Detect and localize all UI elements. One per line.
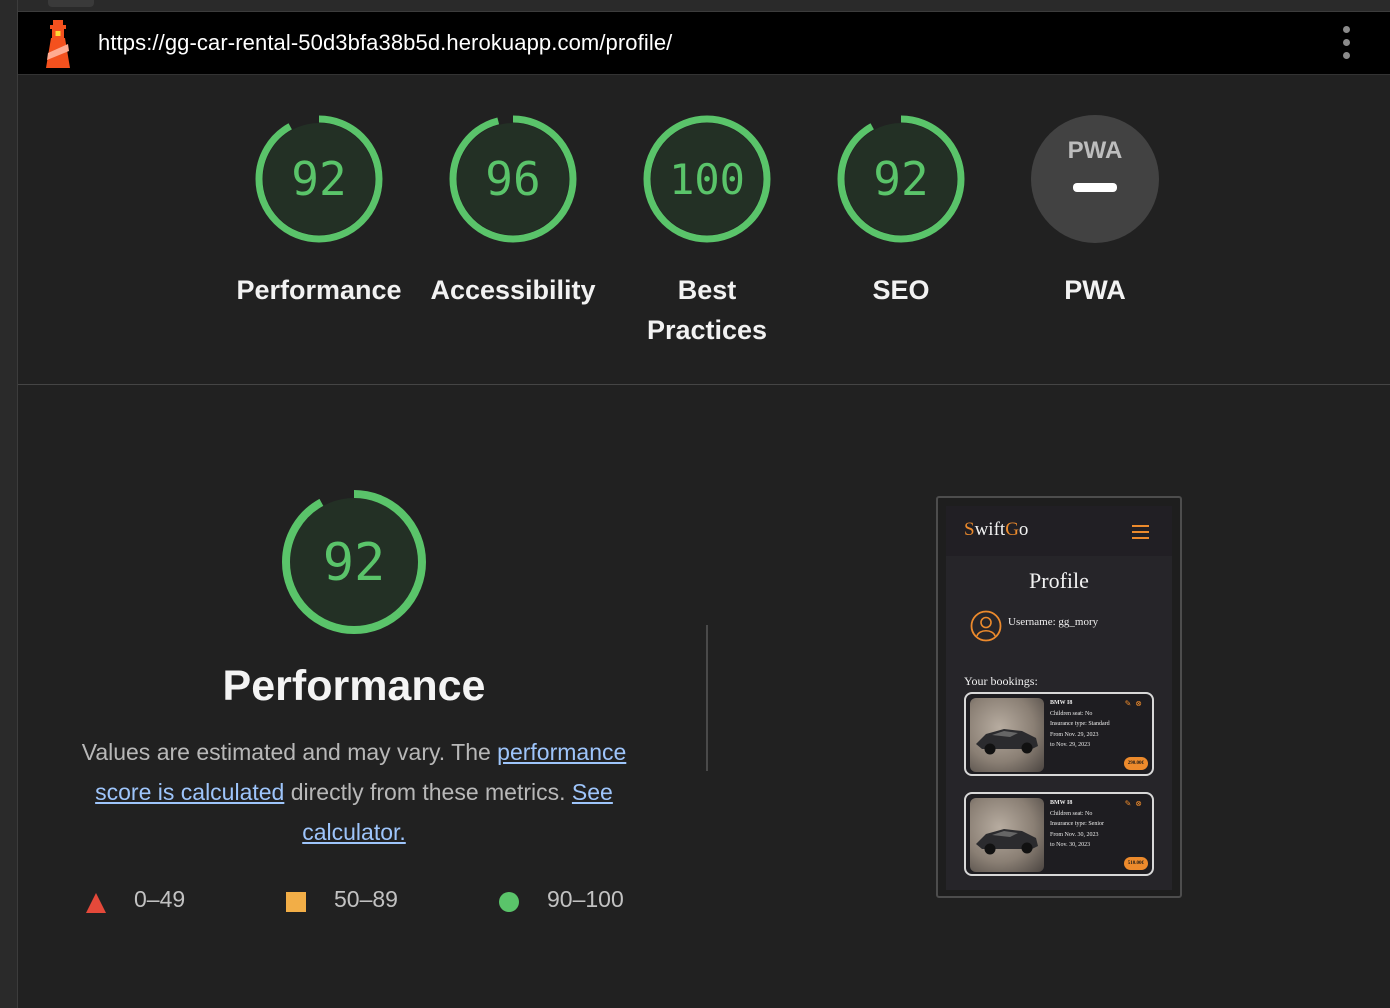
square-icon: [286, 892, 306, 912]
best-practices-score-ring: 100: [643, 115, 771, 243]
performance-big-score: 92: [323, 533, 386, 593]
preview-page-title: Profile: [1029, 568, 1089, 593]
desc-text-1: Values are estimated and may vary. The: [81, 739, 498, 765]
gauge-label-pwa: PWA: [1064, 275, 1126, 305]
edit-icon: ✎: [1124, 799, 1136, 808]
final-screenshot-thumbnail[interactable]: SwiftGo Profile Username: gg_mory Your b…: [936, 496, 1182, 898]
preview-brand-logo: SwiftGo: [964, 519, 1029, 540]
pwa-badge-text: PWA: [1068, 137, 1123, 164]
booking-children-seat: Children seat: No: [1050, 710, 1093, 717]
pwa-badge-icon: PWA: [1031, 115, 1159, 243]
edit-cancel-icons: ✎⊗: [1125, 799, 1146, 808]
booking-car: BMW I8: [1050, 800, 1073, 806]
preview-navbar: SwiftGo: [946, 506, 1172, 556]
gauge-label-seo: SEO: [872, 275, 930, 305]
booking-card: BMW I8 Children seat: No Insurance type:…: [964, 692, 1154, 776]
preview-bookings-heading: Your bookings:: [964, 674, 1038, 688]
seo-score: 92: [873, 152, 928, 206]
label-line-1: Best: [677, 275, 737, 305]
hamburger-menu-icon: [1132, 525, 1149, 539]
cancel-icon: ⊗: [1135, 699, 1146, 708]
booking-insurance: Insurance type: Senior: [1050, 821, 1104, 827]
triangle-icon: [86, 893, 106, 913]
car-image: [970, 798, 1044, 872]
page-preview: SwiftGo Profile Username: gg_mory Your b…: [946, 506, 1172, 890]
user-avatar-icon: [970, 610, 1002, 642]
preview-username: Username: gg_mory: [1008, 616, 1099, 628]
more-options-icon[interactable]: [1334, 26, 1358, 60]
best-practices-score: 100: [669, 155, 745, 204]
seo-score-ring: 92: [837, 115, 965, 243]
booking-details: BMW I8 Children seat: No Insurance type:…: [1050, 698, 1110, 751]
gauge-best-practices[interactable]: 100 Best Practices: [612, 114, 802, 350]
category-gauges: 92 Performance 96 Accessibility 100 Best…: [18, 74, 1390, 385]
legend-good-range: 90–100: [547, 886, 624, 912]
gauge-label-best-practices: Best Practices: [612, 270, 802, 350]
legend-poor-range: 0–49: [134, 886, 186, 912]
performance-title: Performance: [222, 662, 486, 710]
desc-text-2: directly from these metrics.: [284, 779, 572, 805]
edit-icon: ✎: [1124, 699, 1136, 708]
booking-from: From Nov. 29, 2023: [1050, 731, 1099, 738]
booking-card: BMW I8 Children seat: No Insurance type:…: [964, 792, 1154, 876]
gauge-pwa[interactable]: PWA PWA: [1000, 114, 1190, 310]
booking-car: BMW I8: [1050, 700, 1073, 706]
booking-details: BMW I8 Children seat: No Insurance type:…: [1050, 798, 1104, 851]
car-image: [970, 698, 1044, 772]
booking-from: From Nov. 30, 2023: [1050, 831, 1099, 838]
report-url[interactable]: https://gg-car-rental-50d3bfa38b5d.herok…: [98, 30, 672, 56]
label-line-2: Practices: [646, 315, 768, 345]
booking-to: to Nov. 29, 2023: [1050, 742, 1091, 748]
booking-children-seat: Children seat: No: [1050, 810, 1093, 817]
report-url-bar: https://gg-car-rental-50d3bfa38b5d.herok…: [18, 12, 1390, 75]
gauge-accessibility[interactable]: 96 Accessibility: [418, 114, 608, 310]
performance-score: 92: [291, 152, 346, 206]
gauge-seo[interactable]: 92 SEO: [806, 114, 996, 310]
performance-description: Values are estimated and may vary. The p…: [60, 732, 648, 852]
performance-score-ring: 92: [255, 115, 383, 243]
devtools-tab[interactable]: [48, 0, 94, 7]
circle-icon: [499, 892, 519, 912]
section-divider: [706, 625, 708, 771]
booking-insurance: Insurance type: Standard: [1050, 721, 1110, 727]
booking-price: 290.00€: [1123, 757, 1148, 770]
lighthouse-icon: [46, 20, 70, 68]
devtools-top-strip: [18, 0, 1390, 12]
performance-big-score-ring: 92: [282, 490, 426, 634]
booking-price: 510.00€: [1123, 857, 1148, 870]
gauge-label-accessibility: Accessibility: [430, 275, 596, 305]
booking-to: to Nov. 30, 2023: [1050, 842, 1091, 848]
devtools-left-rail: [0, 0, 18, 1008]
accessibility-score-ring: 96: [449, 115, 577, 243]
cancel-icon: ⊗: [1135, 799, 1146, 808]
gauge-performance[interactable]: 92 Performance: [224, 114, 414, 310]
edit-cancel-icons: ✎⊗: [1125, 699, 1146, 708]
gauge-label-performance: Performance: [236, 275, 402, 305]
legend-average-range: 50–89: [334, 886, 398, 912]
accessibility-score: 96: [485, 152, 540, 206]
